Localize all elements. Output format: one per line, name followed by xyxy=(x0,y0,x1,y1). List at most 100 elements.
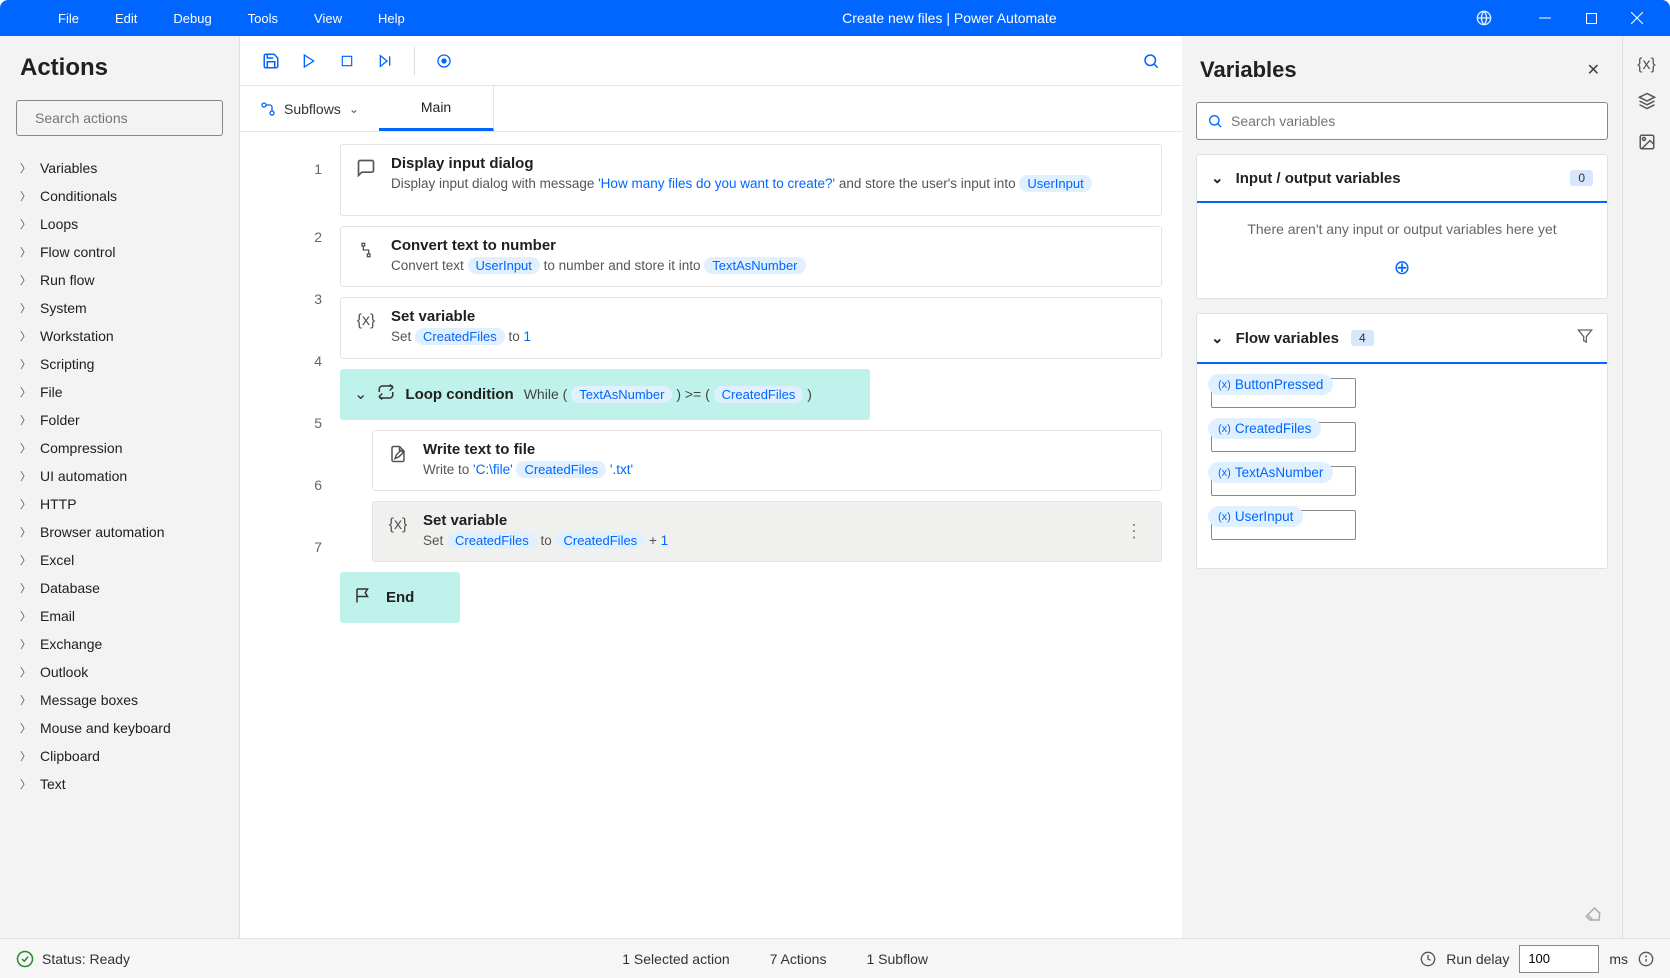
action-category[interactable]: 〉 Excel xyxy=(4,546,235,574)
flow-variable-row[interactable]: (x) UserInput xyxy=(1211,510,1593,540)
action-category[interactable]: 〉Text xyxy=(4,770,235,798)
step-set-variable-1[interactable]: {x} Set variable Set CreatedFiles to 1 xyxy=(340,297,1162,358)
menubar: File Edit Debug Tools View Help xyxy=(0,3,423,34)
action-category[interactable]: 〉Email xyxy=(4,602,235,630)
step-desc: Convert text UserInput to number and sto… xyxy=(391,256,1147,276)
empty-message: There aren't any input or output variabl… xyxy=(1215,221,1589,237)
eraser-icon[interactable] xyxy=(1182,895,1622,938)
close-button[interactable] xyxy=(1614,2,1660,34)
action-category[interactable]: 〉Database xyxy=(4,574,235,602)
record-button[interactable] xyxy=(425,43,463,79)
window-controls xyxy=(1476,2,1670,34)
category-label: Excel xyxy=(40,552,74,568)
action-category[interactable]: 〉Workstation xyxy=(4,322,235,350)
more-actions-button[interactable]: ⋮ xyxy=(1121,517,1147,546)
step-end[interactable]: End xyxy=(340,572,460,623)
variables-search-input[interactable] xyxy=(1231,113,1597,129)
flow-variable-row[interactable]: (x) TextAsNumber xyxy=(1211,466,1593,496)
category-label: Scripting xyxy=(40,356,94,372)
action-category[interactable]: 〉Folder xyxy=(4,406,235,434)
images-dock-button[interactable] xyxy=(1638,133,1656,156)
category-label: Browser automation xyxy=(40,524,165,540)
step-button[interactable] xyxy=(366,43,404,79)
menu-view[interactable]: View xyxy=(296,3,360,34)
step-desc: Write to 'C:\file' CreatedFiles '.txt' xyxy=(423,460,1147,480)
variables-panel: Variables ✕ ⌄ Input / output variables 0… xyxy=(1182,36,1622,938)
action-category[interactable]: 〉Conditionals xyxy=(4,182,235,210)
maximize-button[interactable] xyxy=(1568,2,1614,34)
category-label: HTTP xyxy=(40,496,77,512)
step-title: Display input dialog xyxy=(391,155,1147,172)
layers-dock-button[interactable] xyxy=(1638,92,1656,115)
category-label: System xyxy=(40,300,87,316)
flow-variable-row[interactable]: (x) ButtonPressed xyxy=(1211,378,1593,408)
chevron-right-icon: 〉 xyxy=(20,580,30,596)
step-set-variable-2[interactable]: {x} Set variable Set CreatedFiles to Cre… xyxy=(372,501,1162,562)
info-icon[interactable] xyxy=(1638,951,1654,967)
action-category[interactable]: 〉 Compression xyxy=(4,434,235,462)
action-category[interactable]: 〉Mouse and keyboard xyxy=(4,714,235,742)
subflows-label: Subflows xyxy=(284,101,341,117)
action-category[interactable]: 〉Loops xyxy=(4,210,235,238)
action-category[interactable]: 〉Exchange xyxy=(4,630,235,658)
variables-search[interactable] xyxy=(1196,102,1608,140)
minimize-button[interactable] xyxy=(1522,2,1568,34)
chevron-down-icon: ⌄ xyxy=(1211,169,1224,187)
action-category[interactable]: 〉Outlook xyxy=(4,658,235,686)
action-category[interactable]: 〉Flow control xyxy=(4,238,235,266)
step-write-text-to-file[interactable]: Write text to file Write to 'C:\file' Cr… xyxy=(372,430,1162,491)
step-convert-text-to-number[interactable]: Convert text to number Convert text User… xyxy=(340,226,1162,287)
collapse-icon[interactable]: ⌄ xyxy=(354,384,367,404)
menu-tools[interactable]: Tools xyxy=(230,3,296,34)
variables-dock-button[interactable]: {x} xyxy=(1637,56,1656,74)
run-delay-label: Run delay xyxy=(1446,951,1509,967)
category-label: Exchange xyxy=(40,636,102,652)
action-category[interactable]: 〉Variables xyxy=(4,154,235,182)
action-category[interactable]: 〉Run flow xyxy=(4,266,235,294)
menu-file[interactable]: File xyxy=(40,3,97,34)
flow-variables-header[interactable]: ⌄ Flow variables 4 xyxy=(1197,314,1607,364)
stop-button[interactable] xyxy=(328,43,366,79)
search-flow-button[interactable] xyxy=(1132,43,1170,79)
category-label: Message boxes xyxy=(40,692,138,708)
run-button[interactable] xyxy=(290,43,328,79)
subflows-dropdown[interactable]: Subflows ⌄ xyxy=(240,86,379,131)
chevron-right-icon: 〉 xyxy=(20,608,30,624)
action-category[interactable]: 〉UI automation xyxy=(4,462,235,490)
add-variable-button[interactable]: ⊕ xyxy=(1215,255,1589,280)
category-label: Compression xyxy=(40,440,122,456)
action-category[interactable]: 〉Message boxes xyxy=(4,686,235,714)
line-gutter: 1234567 xyxy=(240,132,340,938)
count-badge: 4 xyxy=(1351,330,1374,346)
category-label: Mouse and keyboard xyxy=(40,720,171,736)
chevron-right-icon: 〉 xyxy=(20,552,30,568)
close-panel-button[interactable]: ✕ xyxy=(1581,54,1606,86)
actions-tree[interactable]: 〉Variables〉Conditionals〉Loops〉Flow contr… xyxy=(0,148,239,938)
actions-search[interactable] xyxy=(16,100,223,136)
flow-variable-row[interactable]: (x) CreatedFiles xyxy=(1211,422,1593,452)
environment-indicator[interactable] xyxy=(1476,10,1492,26)
action-category[interactable]: 〉System xyxy=(4,294,235,322)
action-category[interactable]: 〉Browser automation xyxy=(4,518,235,546)
step-loop-condition[interactable]: ⌄ Loop condition While ( TextAsNumber ) … xyxy=(340,369,870,420)
tab-main[interactable]: Main xyxy=(379,86,494,131)
action-category[interactable]: 〉HTTP xyxy=(4,490,235,518)
category-label: File xyxy=(40,384,63,400)
actions-search-input[interactable] xyxy=(35,110,216,126)
chevron-right-icon: 〉 xyxy=(20,440,30,456)
action-category[interactable]: 〉Clipboard xyxy=(4,742,235,770)
action-category[interactable]: 〉Scripting xyxy=(4,350,235,378)
run-delay-input[interactable] xyxy=(1519,945,1599,973)
step-display-input-dialog[interactable]: Display input dialog Display input dialo… xyxy=(340,144,1162,216)
menu-debug[interactable]: Debug xyxy=(155,3,229,34)
menu-help[interactable]: Help xyxy=(360,3,423,34)
menu-edit[interactable]: Edit xyxy=(97,3,155,34)
chevron-right-icon: 〉 xyxy=(20,272,30,288)
save-button[interactable] xyxy=(252,43,290,79)
io-variables-header[interactable]: ⌄ Input / output variables 0 xyxy=(1197,155,1607,203)
chevron-down-icon: ⌄ xyxy=(349,102,359,116)
variable-icon: {x} xyxy=(387,514,409,536)
chevron-right-icon: 〉 xyxy=(20,748,30,764)
filter-icon[interactable] xyxy=(1577,328,1593,348)
action-category[interactable]: 〉File xyxy=(4,378,235,406)
